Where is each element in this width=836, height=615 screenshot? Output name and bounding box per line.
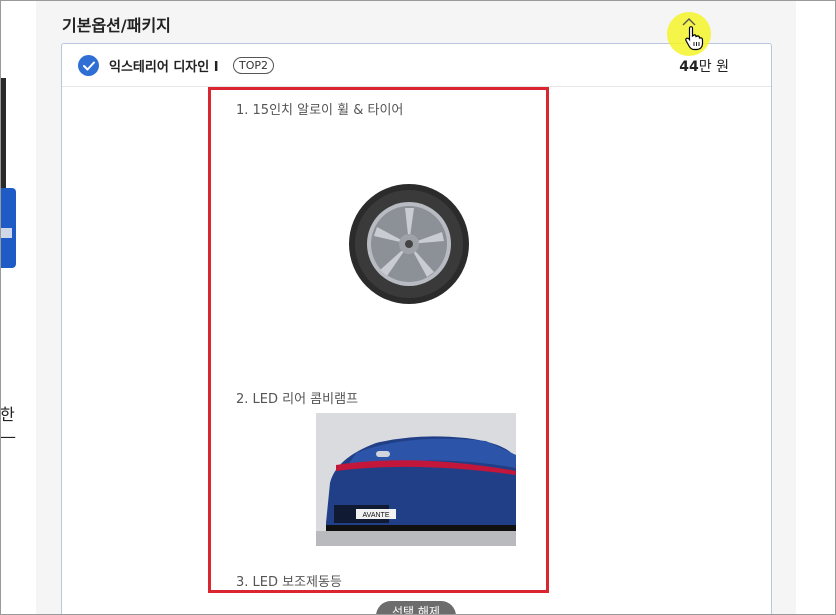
option-card-header[interactable]: 익스테리어 디자인 I TOP2 44만 원	[62, 44, 771, 87]
section-title: 기본옵션/패키지	[62, 16, 171, 35]
check-icon[interactable]	[78, 55, 99, 76]
hand-cursor-icon	[685, 26, 704, 51]
highlight-frame	[208, 87, 549, 593]
left-car-thumbnail	[0, 78, 16, 268]
price-amount: 44	[679, 59, 699, 75]
top-badge: TOP2	[233, 57, 275, 74]
price-unit: 만 원	[698, 59, 729, 75]
option-price: 44만 원	[679, 56, 729, 76]
option-name: 익스테리어 디자인 I	[109, 60, 219, 75]
left-partial-panel: 한 —	[0, 0, 36, 615]
left-partial-text: 한 —	[0, 405, 16, 446]
deselect-button[interactable]: 선택 해제	[376, 601, 456, 615]
right-margin	[796, 0, 836, 615]
